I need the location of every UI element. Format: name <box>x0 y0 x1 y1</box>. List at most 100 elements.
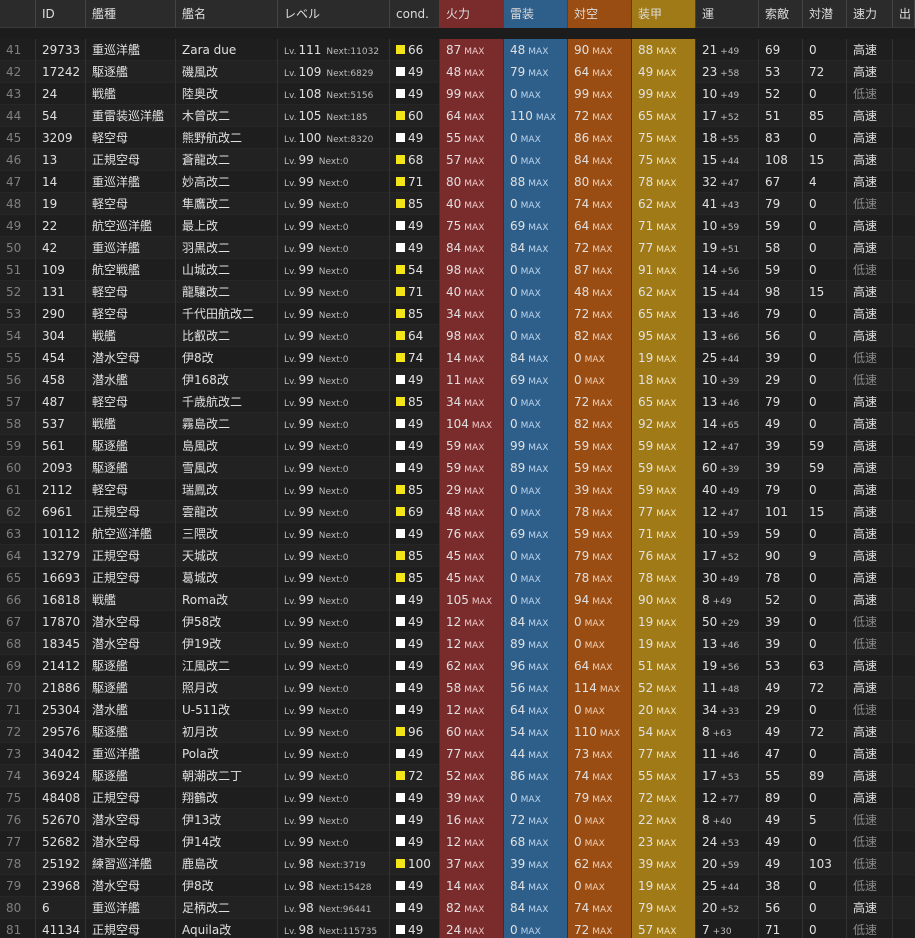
table-row[interactable]: 42 17242 駆逐艦 磯風改 Lv. 109 Next:6829 49 48 MAX 79 MAX… <box>0 61 915 83</box>
stat-luck: 30 +49 <box>696 567 759 589</box>
col-header-out[interactable]: 出 <box>893 0 915 28</box>
ship-level: Lv. 99 Next:0 <box>278 347 390 369</box>
ship-type: 重巡洋艦 <box>86 237 176 259</box>
next-exp: Next:0 <box>319 157 349 167</box>
table-row[interactable]: 78 25192 練習巡洋艦 鹿島改 Lv. 98 Next:3719 100 37 MAX 39 M… <box>0 853 915 875</box>
table-row[interactable]: 64 13279 正規空母 天城改 Lv. 99 Next:0 85 45 MAX 0 MAX 79 MA… <box>0 545 915 567</box>
level-value: 111 <box>298 43 322 57</box>
table-row[interactable]: 66 16818 戦艦 Roma改 Lv. 99 Next:0 49 105 MAX 0 MAX 94 M… <box>0 589 915 611</box>
table-row[interactable]: 80 6 重巡洋艦 足柄改二 Lv. 98 Next:96441 49 82 MAX 84 MAX 74… <box>0 897 915 919</box>
ship-level: Lv. 99 Next:0 <box>278 193 390 215</box>
table-row[interactable]: 81 41134 正規空母 Aquila改 Lv. 98 Next:115735 49 24 MA… <box>0 919 915 938</box>
table-row[interactable]: 63 10112 航空巡洋艦 三隈改 Lv. 99 Next:0 49 76 MAX 69 MAX 59… <box>0 523 915 545</box>
stat-armor-value: 77 <box>638 747 654 761</box>
level-value: 109 <box>298 65 322 79</box>
table-row[interactable]: 65 16693 正規空母 葛城改 Lv. 99 Next:0 85 45 MAX 0 MAX 78 MA… <box>0 567 915 589</box>
table-row[interactable]: 41 29733 重巡洋艦 Zara due Lv. 111 Next:11032 66 87 M… <box>0 39 915 61</box>
table-row[interactable]: 62 6961 正規空母 雲龍改 Lv. 99 Next:0 69 48 MAX 0 MAX 78 MAX… <box>0 501 915 523</box>
ship-type: 重巡洋艦 <box>86 39 176 61</box>
table-row[interactable]: 53 290 軽空母 千代田航改二 Lv. 99 Next:0 85 34 MAX 0 MAX 72 MA… <box>0 303 915 325</box>
table-row[interactable]: 72 29576 駆逐艦 初月改 Lv. 99 Next:0 96 60 MAX 54 MAX 110 M… <box>0 721 915 743</box>
next-exp: Next:0 <box>319 553 349 563</box>
col-header-fire[interactable]: 火力 <box>440 0 504 28</box>
col-header-scout[interactable]: 索敵 <box>759 0 803 28</box>
row-number: 62 <box>0 501 36 523</box>
luck-value: 40 <box>702 483 718 497</box>
table-row[interactable]: 74 36924 駆逐艦 朝潮改二丁 Lv. 99 Next:0 72 52 MAX 86 MAX 74… <box>0 765 915 787</box>
max-label: MAX <box>592 311 613 321</box>
stat-armor: 51 MAX <box>632 655 696 677</box>
stat-torpedo-value: 96 <box>510 659 526 673</box>
col-header-asw[interactable]: 対潜 <box>803 0 847 28</box>
table-row[interactable]: 67 17870 潜水空母 伊58改 Lv. 99 Next:0 49 12 MAX 84 MAX 0 M… <box>0 611 915 633</box>
level-value: 99 <box>298 285 314 299</box>
table-row[interactable]: 75 48408 正規空母 翔鶴改 Lv. 99 Next:0 49 39 MAX 0 MAX 79 MA… <box>0 787 915 809</box>
table-row[interactable]: 56 458 潜水艦 伊168改 Lv. 99 Next:0 49 11 MAX 69 MAX 0 MAX… <box>0 369 915 391</box>
table-row[interactable]: 57 487 軽空母 千歳航改二 Lv. 99 Next:0 85 34 MAX 0 MAX 72 MAX… <box>0 391 915 413</box>
next-value: 0 <box>342 355 349 365</box>
table-row[interactable]: 54 304 戦艦 比叡改二 Lv. 99 Next:0 64 98 MAX 0 MAX 82 MAX 95… <box>0 325 915 347</box>
stat-armor-value: 92 <box>638 417 654 431</box>
stat-fire: 40 MAX <box>440 281 504 303</box>
table-row[interactable]: 49 22 航空巡洋艦 最上改 Lv. 99 Next:0 49 75 MAX 69 MAX 64 MAX… <box>0 215 915 237</box>
col-header-torpedo[interactable]: 雷装 <box>504 0 568 28</box>
stat-torpedo: 0 MAX <box>504 281 568 303</box>
stat-torpedo: 84 MAX <box>504 347 568 369</box>
table-row[interactable]: 79 23968 潜水空母 伊8改 Lv. 98 Next:15428 49 14 MAX 84 MA… <box>0 875 915 897</box>
table-row[interactable]: 73 34042 重巡洋艦 Pola改 Lv. 99 Next:0 49 77 MAX 44 MAX 7… <box>0 743 915 765</box>
table-row[interactable]: 69 21412 駆逐艦 江風改二 Lv. 99 Next:0 49 62 MAX 96 MAX 64 M… <box>0 655 915 677</box>
ship-name: 翔鶴改 <box>176 787 278 809</box>
stat-armor: 18 MAX <box>632 369 696 391</box>
col-header-speed[interactable]: 速力 <box>847 0 893 28</box>
col-header-level[interactable]: レベル <box>278 0 390 28</box>
table-row[interactable]: 60 2093 駆逐艦 雪風改 Lv. 99 Next:0 49 59 MAX 89 MAX 59 MAX… <box>0 457 915 479</box>
next-exp: Next:3719 <box>319 861 366 871</box>
col-header-cond[interactable]: cond. <box>390 0 440 28</box>
stat-armor-value: 65 <box>638 307 654 321</box>
stat-scout: 29 <box>759 699 803 721</box>
table-row[interactable]: 58 537 戦艦 霧島改二 Lv. 99 Next:0 49 104 MAX 0 MAX 82 MAX 9… <box>0 413 915 435</box>
col-header-luck[interactable]: 運 <box>696 0 759 28</box>
col-header-armor[interactable]: 装甲 <box>632 0 696 28</box>
table-row[interactable]: 45 3209 軽空母 熊野航改二 Lv. 100 Next:8320 49 55 MAX 0 MAX… <box>0 127 915 149</box>
max-label: MAX <box>656 377 677 387</box>
table-row[interactable]: 44 54 重雷装巡洋艦 木曾改二 Lv. 105 Next:185 60 64 MAX 110 MA… <box>0 105 915 127</box>
table-row[interactable]: 52 131 軽空母 龍驤改二 Lv. 99 Next:0 71 40 MAX 0 MAX 48 MAX 6… <box>0 281 915 303</box>
level-prefix: Lv. <box>284 883 297 893</box>
stat-armor: 65 MAX <box>632 105 696 127</box>
table-row[interactable]: 50 42 重巡洋艦 羽黒改二 Lv. 99 Next:0 49 84 MAX 84 MAX 72 MAX… <box>0 237 915 259</box>
table-row[interactable]: 48 19 軽空母 隼鷹改二 Lv. 99 Next:0 85 40 MAX 0 MAX 74 MAX 62… <box>0 193 915 215</box>
stat-armor: 59 MAX <box>632 457 696 479</box>
stat-scout: 71 <box>759 919 803 938</box>
col-header-id[interactable]: ID <box>36 0 86 28</box>
ship-level: Lv. 99 Next:0 <box>278 677 390 699</box>
table-row[interactable]: 47 14 重巡洋艦 妙高改二 Lv. 99 Next:0 71 80 MAX 88 MAX 80 MAX… <box>0 171 915 193</box>
table-row[interactable]: 71 25304 潜水艦 U-511改 Lv. 99 Next:0 49 12 MAX 64 MAX 0… <box>0 699 915 721</box>
col-header-no[interactable] <box>0 0 36 28</box>
table-row[interactable]: 61 2112 軽空母 瑞鳳改 Lv. 99 Next:0 85 29 MAX 0 MAX 39 MAX 5… <box>0 479 915 501</box>
table-row[interactable]: 76 52670 潜水空母 伊13改 Lv. 99 Next:0 49 16 MAX 72 MAX 0 M… <box>0 809 915 831</box>
table-row[interactable]: 51 109 航空戦艦 山城改二 Lv. 99 Next:0 54 98 MAX 0 MAX 87 MAX… <box>0 259 915 281</box>
cond-value: 49 <box>408 461 424 475</box>
stat-aa: 72 MAX <box>568 303 632 325</box>
table-row[interactable]: 59 561 駆逐艦 島風改 Lv. 99 Next:0 49 59 MAX 99 MAX 59 MAX 5… <box>0 435 915 457</box>
stat-torpedo-value: 89 <box>510 637 526 651</box>
col-header-type[interactable]: 艦種 <box>86 0 176 28</box>
stat-fire: 16 MAX <box>440 809 504 831</box>
table-row[interactable]: 43 24 戦艦 陸奥改 Lv. 108 Next:5156 49 99 MAX 0 MAX 99 MAX… <box>0 83 915 105</box>
row-number: 80 <box>0 897 36 919</box>
table-row[interactable]: 68 18345 潜水空母 伊19改 Lv. 99 Next:0 49 12 MAX 89 MAX 0 M… <box>0 633 915 655</box>
stat-scout: 39 <box>759 457 803 479</box>
max-label: MAX <box>464 465 485 475</box>
stat-torpedo: 0 MAX <box>504 589 568 611</box>
table-row[interactable]: 55 454 潜水空母 伊8改 Lv. 99 Next:0 74 14 MAX 84 MAX 0 MAX 1… <box>0 347 915 369</box>
table-row[interactable]: 46 13 正規空母 蒼龍改二 Lv. 99 Next:0 68 57 MAX 0 MAX 84 MAX 7… <box>0 149 915 171</box>
table-row[interactable]: 70 21886 駆逐艦 照月改 Lv. 99 Next:0 49 58 MAX 56 MAX 114 M… <box>0 677 915 699</box>
ship-cond: 66 <box>390 39 440 61</box>
col-header-aa[interactable]: 対空 <box>568 0 632 28</box>
ship-level: Lv. 99 Next:0 <box>278 721 390 743</box>
col-header-name[interactable]: 艦名 <box>176 0 278 28</box>
table-row[interactable]: 77 52682 潜水空母 伊14改 Lv. 99 Next:0 49 12 MAX 68 MAX 0 M… <box>0 831 915 853</box>
stat-asw: 0 <box>803 259 847 281</box>
stat-aa: 78 MAX <box>568 501 632 523</box>
